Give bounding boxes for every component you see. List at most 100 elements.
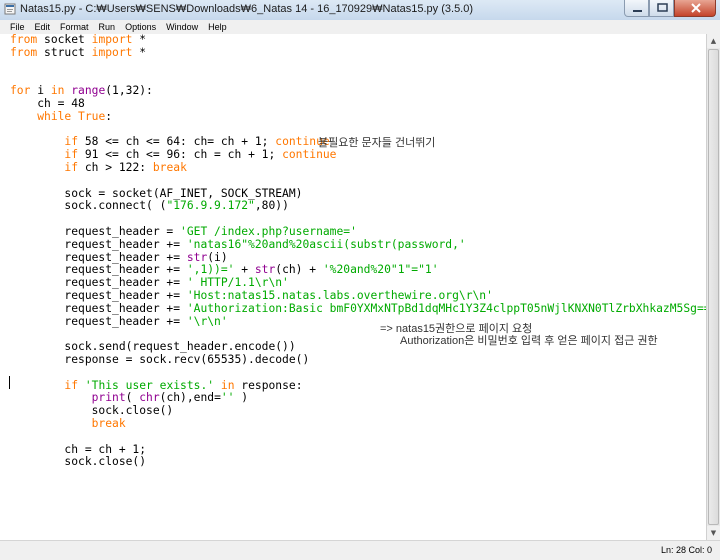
menu-format[interactable]: Format [55,20,94,34]
code-token: response: [234,378,303,392]
code-token: (i) [207,250,228,264]
code-line[interactable]: sock.close() [10,455,706,469]
window-controls [624,0,716,17]
keyword-token: continue [282,148,337,162]
code-token: 91 <= ch <= 96: ch = ch + 1; [78,148,283,162]
keyword-token: from [10,34,38,46]
code-token: request_header += [10,237,187,251]
string-token: '' [220,391,235,405]
code-token: sock.connect( ( [10,199,167,213]
code-token: socket [37,34,92,46]
builtin-token: str [186,250,208,264]
menu-edit[interactable]: Edit [30,20,56,34]
menu-run[interactable]: Run [94,20,121,34]
code-line[interactable]: break [10,416,706,431]
code-token: struct [37,45,92,59]
menu-window[interactable]: Window [161,20,203,34]
menu-help[interactable]: Help [203,20,232,34]
code-token: request_header += [10,263,187,277]
string-token: ',1))=' [186,263,235,277]
code-token: response = sock.recv(65535).decode() [10,352,310,366]
code-line[interactable] [10,60,706,73]
code-token: i [30,84,51,98]
string-token: 'GET /index.php?username=' [180,224,357,238]
code-line[interactable]: ch = 48 [10,96,706,111]
keyword-token: True [78,109,106,123]
code-token: (ch),end= [159,391,221,405]
string-token: 'Authorization:Basic bmF0YXMxNTpBd1dqMHc… [186,301,706,315]
code-token: sock.close() [10,455,147,469]
code-editor[interactable]: from socket import * from struct import *… [0,34,706,540]
code-token: request_header += [10,288,187,302]
minimize-icon [633,10,642,12]
code-token: ch = 48 [10,96,85,110]
text-cursor [9,376,10,389]
menu-options[interactable]: Options [120,20,161,34]
keyword-token: if [64,148,79,162]
keyword-token: if [64,160,79,174]
code-line[interactable]: while True: [10,109,706,124]
code-token: sock = socket(AF_INET, SOCK_STREAM) [10,186,303,200]
scroll-up-arrow-icon[interactable]: ▲ [707,34,720,48]
code-token: request_header = [10,224,181,238]
vertical-scrollbar[interactable]: ▲ ▼ [706,34,720,540]
string-token: 'This user exists.' [84,378,215,392]
code-token: request_header += [10,276,187,290]
string-token: ' HTTP/1.1\r\n' [186,276,289,290]
keyword-token: import [91,45,133,59]
code-token: ch = ch + 1; [10,442,147,456]
cursor-position: Ln: 28 Col: 0 [660,545,712,555]
code-token: request_header += [10,250,187,264]
code-line[interactable]: request_header += '\r\n' [10,314,706,329]
close-button[interactable] [674,0,716,17]
code-text[interactable]: from socket import * from struct import *… [10,34,706,469]
title-bar: Natas15.py - C:₩Users₩SENS₩Downloads₩6_N… [0,0,720,21]
code-token: ) [234,391,249,405]
minimize-button[interactable] [624,0,649,17]
status-bar: Ln: 28 Col: 0 [0,540,720,560]
keyword-token: if [64,135,79,149]
code-line[interactable]: for i in range(1,32): [10,84,706,98]
keyword-token: import [91,34,133,46]
string-token: '%20and%20"1"="1' [322,263,439,277]
code-token: ,80)) [254,199,289,213]
skip-characters-note: 불필요한 문자들 건너뛰기 [318,137,436,149]
keyword-token: if [64,378,79,392]
keyword-token: while [37,109,72,123]
python-idle-icon [4,3,16,15]
code-token: request_header += [10,314,187,328]
code-token: (1,32): [105,84,153,98]
window-title: Natas15.py - C:₩Users₩SENS₩Downloads₩6_N… [20,3,474,15]
menu-file[interactable]: File [0,20,30,34]
scroll-thumb[interactable] [708,49,719,525]
maximize-icon [657,3,668,12]
code-token: * [132,34,147,46]
code-token: request_header += [10,301,187,315]
menu-bar: File Edit Format Run Options Window Help [0,20,720,34]
code-token: + [234,263,255,277]
keyword-token: in [220,378,235,392]
builtin-token: print [91,391,126,405]
builtin-token: str [254,263,276,277]
code-line[interactable]: from struct import * [10,45,706,60]
code-line[interactable]: response = sock.recv(65535).decode() [10,352,706,367]
keyword-token: for [10,84,31,98]
string-token: '\r\n' [186,314,228,328]
string-token: "176.9.9.172" [166,199,255,213]
keyword-token: from [10,45,38,59]
code-line[interactable]: if ch > 122: break [10,160,706,175]
scroll-down-arrow-icon[interactable]: ▼ [707,526,720,540]
authorization-note: Authorization은 비밀번호 입력 후 얻은 페이지 접근 권한 [400,335,658,347]
string-token: 'Host:natas15.natas.labs.overthewire.org… [186,288,493,302]
keyword-token: in [50,84,65,98]
builtin-token: range [71,84,106,98]
code-line[interactable]: sock.connect( ("176.9.9.172",80)) [10,199,706,213]
keyword-token: break [91,416,126,430]
maximize-button[interactable] [649,0,674,17]
